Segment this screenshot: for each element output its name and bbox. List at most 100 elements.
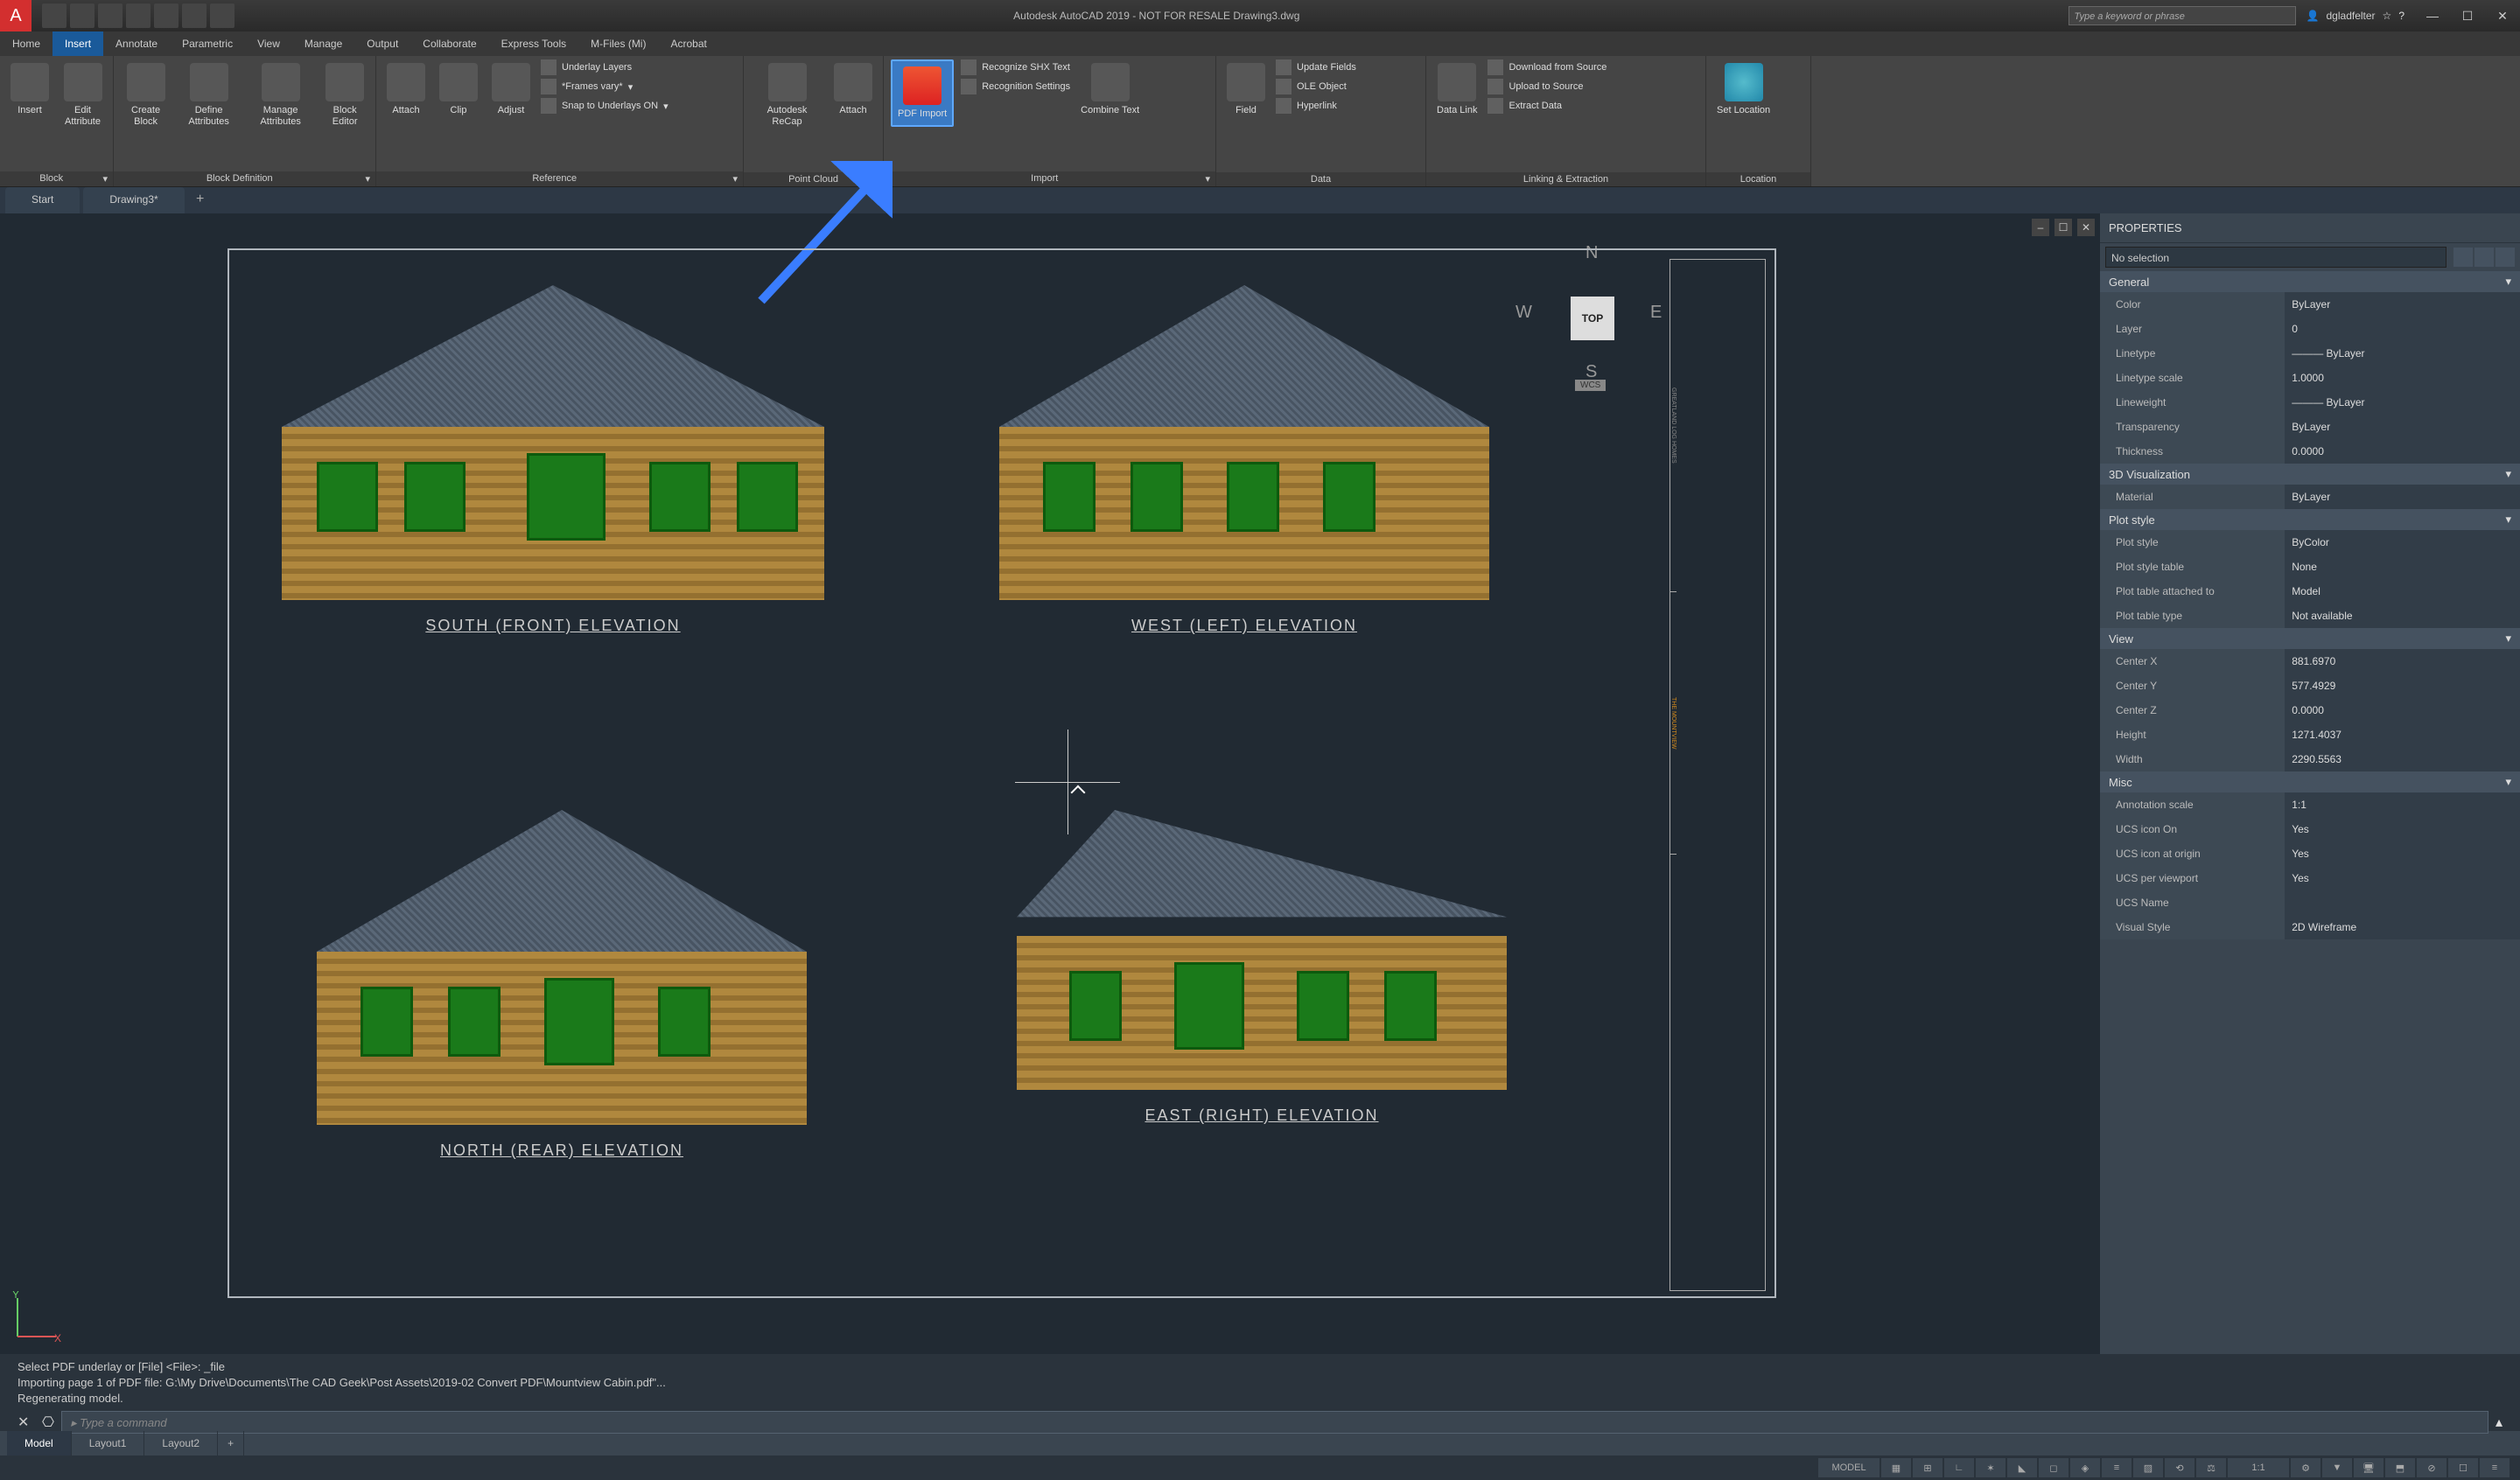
field-button[interactable]: Field <box>1223 59 1269 120</box>
status-transparency-icon[interactable]: ▨ <box>2133 1458 2163 1477</box>
combine-text-button[interactable]: Combine Text <box>1077 59 1143 120</box>
qat-plot[interactable] <box>154 3 178 28</box>
set-location-button[interactable]: Set Location <box>1713 59 1774 120</box>
prop-row[interactable]: UCS per viewportYes <box>2100 866 2520 890</box>
prop-value[interactable]: 0 <box>2285 317 2520 341</box>
menu-insert[interactable]: Insert <box>52 31 103 56</box>
qat-new[interactable] <box>42 3 66 28</box>
recognize-shx-button[interactable]: Recognize SHX Text <box>961 59 1070 75</box>
upload-source-button[interactable]: Upload to Source <box>1488 79 1606 94</box>
qat-open[interactable] <box>70 3 94 28</box>
extract-data-button[interactable]: Extract Data <box>1488 98 1606 114</box>
prop-row[interactable]: Plot table attached toModel <box>2100 579 2520 604</box>
prop-value[interactable]: ByLayer <box>2285 292 2520 317</box>
doctab-add[interactable]: + <box>188 187 213 213</box>
prop-row[interactable]: TransparencyByLayer <box>2100 415 2520 439</box>
status-hardware-icon[interactable]: ⬒ <box>2385 1458 2415 1477</box>
prop-value[interactable]: 0.0000 <box>2285 439 2520 464</box>
menu-express-tools[interactable]: Express Tools <box>489 31 578 56</box>
prop-row[interactable]: UCS icon OnYes <box>2100 817 2520 841</box>
prop-row[interactable]: Layer0 <box>2100 317 2520 341</box>
status-isolate-icon[interactable]: ⊘ <box>2417 1458 2446 1477</box>
prop-row[interactable]: UCS icon at originYes <box>2100 841 2520 866</box>
prop-value[interactable]: 577.4929 <box>2285 674 2520 698</box>
prop-row[interactable]: Center X881.6970 <box>2100 649 2520 674</box>
menu-m-files-mi-[interactable]: M-Files (Mi) <box>578 31 658 56</box>
prop-row[interactable]: Center Z0.0000 <box>2100 698 2520 723</box>
help-search[interactable]: Type a keyword or phrase <box>2068 6 2296 25</box>
create-block-button[interactable]: Create Block <box>121 59 171 131</box>
prop-group-view[interactable]: View▾ <box>2100 628 2520 649</box>
insert-block-button[interactable]: Insert <box>7 59 52 120</box>
status-monitor-icon[interactable]: 🖥 <box>2354 1458 2384 1477</box>
panel-title-linking[interactable]: Linking & Extraction <box>1426 172 1705 186</box>
menu-view[interactable]: View <box>245 31 292 56</box>
quickselect-icon[interactable] <box>2454 248 2473 267</box>
status-osnap-icon[interactable]: ◻ <box>2039 1458 2068 1477</box>
prop-row[interactable]: UCS Name <box>2100 890 2520 915</box>
prop-row[interactable]: MaterialByLayer <box>2100 485 2520 509</box>
prop-row[interactable]: Thickness0.0000 <box>2100 439 2520 464</box>
snap-underlays-button[interactable]: Snap to Underlays ON ▾ <box>541 98 668 114</box>
prop-value[interactable]: Yes <box>2285 817 2520 841</box>
prop-group--d-visualization[interactable]: 3D Visualization▾ <box>2100 464 2520 485</box>
selection-combo[interactable]: No selection <box>2105 247 2446 268</box>
prop-value[interactable]: ByLayer <box>2285 485 2520 509</box>
status-clean-icon[interactable]: ☐ <box>2448 1458 2478 1477</box>
prop-row[interactable]: ColorByLayer <box>2100 292 2520 317</box>
user-icon[interactable]: 👤 <box>2306 10 2320 22</box>
status-ortho-icon[interactable]: ∟ <box>1944 1458 1974 1477</box>
canvas-restore[interactable]: ☐ <box>2054 219 2072 236</box>
prop-value[interactable]: 2290.5563 <box>2285 747 2520 771</box>
prop-row[interactable]: Lineweight——— ByLayer <box>2100 390 2520 415</box>
window-close[interactable]: ✕ <box>2485 0 2520 31</box>
panel-title-blockdef[interactable]: Block Definition ▾ <box>114 171 375 186</box>
menu-collaborate[interactable]: Collaborate <box>410 31 488 56</box>
panel-title-pointcloud[interactable]: Point Cloud <box>744 172 883 186</box>
layout-tab-add[interactable]: + <box>218 1431 244 1456</box>
prop-value[interactable]: 0.0000 <box>2285 698 2520 723</box>
status-isodraft-icon[interactable]: ◣ <box>2007 1458 2037 1477</box>
define-attributes-button[interactable]: Define Attributes <box>178 59 240 131</box>
qat-redo[interactable] <box>210 3 234 28</box>
panel-title-block[interactable]: Block ▾ <box>0 171 113 186</box>
user-name[interactable]: dgladfelter <box>2327 10 2376 22</box>
underlay-layers-button[interactable]: Underlay Layers <box>541 59 668 75</box>
prop-value[interactable]: 881.6970 <box>2285 649 2520 674</box>
panel-title-import[interactable]: Import ▾ <box>884 171 1215 186</box>
hyperlink-button[interactable]: Hyperlink <box>1276 98 1356 114</box>
prop-value[interactable]: None <box>2285 555 2520 579</box>
status-grid-icon[interactable]: ▦ <box>1881 1458 1911 1477</box>
prop-row[interactable]: Width2290.5563 <box>2100 747 2520 771</box>
prop-value[interactable]: ByLayer <box>2285 415 2520 439</box>
status-model[interactable]: MODEL <box>1818 1458 1880 1477</box>
status-scale[interactable]: 1:1 <box>2228 1458 2289 1477</box>
qat-undo[interactable] <box>182 3 206 28</box>
command-input[interactable]: ▸ Type a command <box>61 1411 2488 1434</box>
recap-button[interactable]: Autodesk ReCap <box>751 59 823 131</box>
pdf-import-button[interactable]: PDF Import <box>891 59 954 127</box>
prop-value[interactable]: Not available <box>2285 604 2520 628</box>
manage-attributes-button[interactable]: Manage Attributes <box>247 59 314 131</box>
command-close-icon[interactable]: ✕ <box>18 1414 35 1431</box>
adjust-button[interactable]: Adjust <box>488 59 534 120</box>
window-maximize[interactable]: ☐ <box>2450 0 2485 31</box>
menu-parametric[interactable]: Parametric <box>170 31 245 56</box>
prop-row[interactable]: Plot style tableNone <box>2100 555 2520 579</box>
clip-button[interactable]: Clip <box>436 59 481 120</box>
prop-group-general[interactable]: General▾ <box>2100 271 2520 292</box>
favorites-icon[interactable]: ☆ <box>2383 10 2392 22</box>
prop-value[interactable] <box>2285 890 2520 915</box>
prop-value[interactable]: ByColor <box>2285 530 2520 555</box>
ole-object-button[interactable]: OLE Object <box>1276 79 1356 94</box>
command-customize-icon[interactable]: ⎔ <box>42 1414 54 1431</box>
prop-value[interactable]: 2D Wireframe <box>2285 915 2520 939</box>
prop-row[interactable]: Plot styleByColor <box>2100 530 2520 555</box>
prop-value[interactable]: 1271.4037 <box>2285 723 2520 747</box>
prop-row[interactable]: Linetype scale1.0000 <box>2100 366 2520 390</box>
doctab-drawing3[interactable]: Drawing3* <box>83 187 184 213</box>
status-lineweight-icon[interactable]: ≡ <box>2102 1458 2132 1477</box>
panel-title-data[interactable]: Data <box>1216 172 1425 186</box>
qat-save[interactable] <box>98 3 122 28</box>
prop-value[interactable]: ——— ByLayer <box>2285 390 2520 415</box>
